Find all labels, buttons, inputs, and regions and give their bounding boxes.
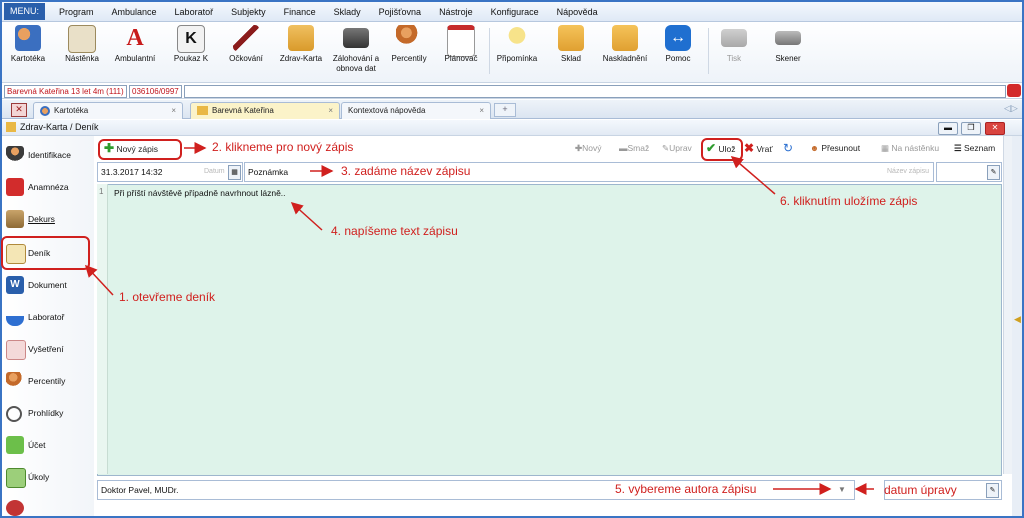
annotation-7: datum úpravy bbox=[884, 483, 957, 497]
annotation-3: 3. zadáme název zápisu bbox=[341, 164, 471, 178]
annotation-6: 6. kliknutím uložíme zápis bbox=[780, 194, 918, 208]
arrow-6 bbox=[730, 156, 776, 195]
arrow-4 bbox=[290, 201, 323, 231]
annotation-2: 2. klikneme pro nový zápis bbox=[212, 140, 354, 154]
annotation-4: 4. napíšeme text zápisu bbox=[331, 224, 458, 238]
annotation-5: 5. vybereme autora zápisu bbox=[615, 482, 757, 496]
annotation-1: 1. otevřeme deník bbox=[119, 290, 216, 304]
arrow-1 bbox=[84, 264, 114, 296]
annotation-arrows bbox=[84, 142, 874, 495]
